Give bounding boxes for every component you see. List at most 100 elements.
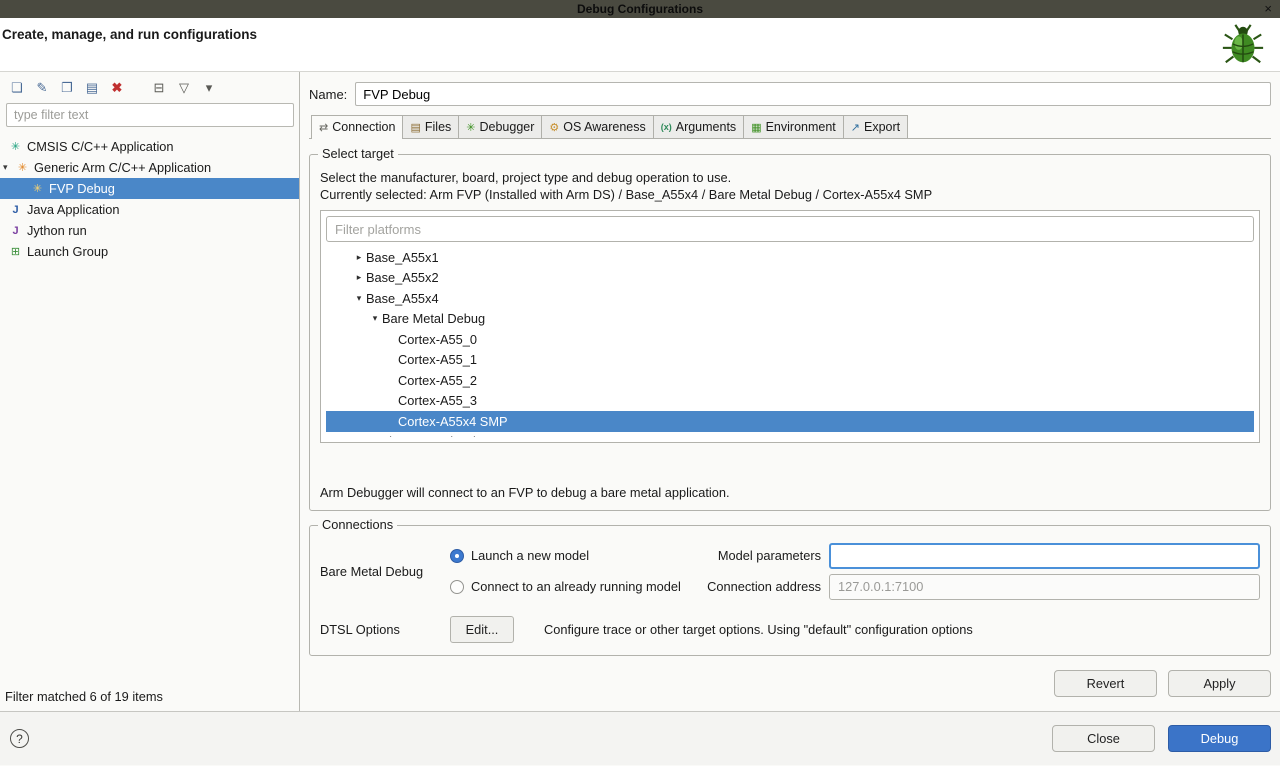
apply-button[interactable]: Apply	[1168, 670, 1271, 697]
export-tab-icon: ↗	[850, 121, 860, 134]
tree-item-jython-run[interactable]: J Jython run	[0, 220, 299, 241]
tab-label: Arguments	[675, 120, 737, 134]
tree-item-launch-group[interactable]: ⊞ Launch Group	[0, 241, 299, 262]
tree-item-base-a55x1[interactable]: ▸ Base_A55x1	[326, 247, 1254, 268]
tab-label: Connection	[332, 120, 396, 134]
filter-launch-configurations-icon[interactable]: ▽	[175, 79, 193, 97]
tab-environment[interactable]: ▦ Environment	[743, 115, 844, 138]
tree-item-label: Jython run	[27, 223, 87, 238]
export-configuration-icon[interactable]: ▤	[83, 79, 101, 97]
window-titlebar: Debug Configurations ×	[0, 0, 1280, 18]
collapse-all-icon[interactable]: ⊟	[150, 79, 168, 97]
connection-address-input[interactable]	[829, 573, 1260, 600]
arguments-tab-icon: (x)	[660, 122, 672, 132]
tab-label: Export	[864, 120, 901, 134]
tree-item-generic-arm-application[interactable]: ▾ ✳ Generic Arm C/C++ Application	[0, 157, 299, 178]
tree-item-linux-kernel-debug[interactable]: ▸ Linux Kernel Debug	[326, 432, 1254, 437]
tree-item-label: Launch Group	[27, 244, 109, 259]
tree-item-cortex-a55x4-smp[interactable]: Cortex-A55x4 SMP	[326, 411, 1254, 432]
tab-label: Debugger	[479, 120, 535, 134]
expand-arrow-icon[interactable]: ▸	[352, 252, 366, 263]
tree-item-base-a55x4[interactable]: ▾ Base_A55x4	[326, 288, 1254, 309]
select-target-instruction: Select the manufacturer, board, project …	[320, 170, 732, 185]
delete-configuration-icon[interactable]: ✖	[108, 79, 126, 97]
tree-item-label: Java Application	[27, 202, 120, 217]
dtsl-options-label: DTSL Options	[320, 622, 400, 637]
dialog-footer: ? Close Debug	[0, 711, 1280, 765]
new-prototype-icon[interactable]: ✎	[33, 79, 51, 97]
tree-item-label: Cortex-A55_3	[398, 393, 477, 409]
expand-arrow-icon[interactable]: ▾	[3, 162, 15, 173]
revert-button[interactable]: Revert	[1054, 670, 1157, 697]
tree-item-label: Linux Kernel Debug	[382, 434, 494, 437]
tab-label: Files	[424, 120, 452, 134]
bare-metal-debug-label: Bare Metal Debug	[320, 563, 424, 579]
os-awareness-tab-icon: ⚙	[549, 121, 560, 134]
cmsis-app-icon: ✳	[10, 141, 21, 153]
tab-arguments[interactable]: (x) Arguments	[652, 115, 745, 138]
tab-export[interactable]: ↗ Export	[842, 115, 909, 138]
tree-item-bare-metal-debug[interactable]: ▾ Bare Metal Debug	[326, 309, 1254, 330]
close-button[interactable]: Close	[1052, 725, 1155, 752]
launch-group-icon: ⊞	[10, 246, 21, 258]
launch-new-model-radio[interactable]	[450, 548, 464, 563]
apply-revert-row: Revert Apply	[309, 670, 1271, 697]
connect-running-model-radio[interactable]	[450, 579, 464, 594]
expand-arrow-icon[interactable]: ▸	[368, 436, 382, 437]
model-parameters-input[interactable]	[829, 542, 1260, 569]
tab-debugger[interactable]: ✳ Debugger	[458, 115, 543, 138]
tree-item-label: Base_A55x1	[366, 249, 439, 265]
debug-bug-icon	[1222, 24, 1264, 64]
new-launch-configuration-icon[interactable]: ❏	[8, 79, 26, 97]
model-parameters-label: Model parameters	[717, 548, 821, 563]
select-target-group-label: Select target	[318, 146, 398, 161]
tab-label: Environment	[765, 120, 836, 134]
duplicate-configuration-icon[interactable]: ❐	[58, 79, 76, 97]
tree-item-java-application[interactable]: J Java Application	[0, 199, 299, 220]
target-description: Arm Debugger will connect to an FVP to d…	[320, 485, 730, 500]
tab-files[interactable]: ▤ Files	[402, 115, 460, 138]
connections-group-label: Connections	[318, 517, 398, 532]
tab-label: OS Awareness	[563, 120, 646, 134]
select-target-group: Select target Select the manufacturer, b…	[309, 146, 1271, 511]
help-icon[interactable]: ?	[10, 729, 29, 748]
jython-run-icon: J	[12, 224, 19, 237]
tree-item-label: Cortex-A55_2	[398, 372, 477, 388]
collapse-arrow-icon[interactable]: ▾	[368, 313, 382, 324]
view-menu-dropdown-icon[interactable]: ▾	[200, 79, 218, 97]
debug-button[interactable]: Debug	[1168, 725, 1271, 752]
connect-running-model-label: Connect to an already running model	[471, 579, 681, 594]
tree-item-cortex-a55-1[interactable]: Cortex-A55_1	[326, 350, 1254, 371]
connections-group: Connections Bare Metal Debug Launch a ne…	[309, 517, 1271, 656]
configurations-filter-input[interactable]	[6, 103, 294, 127]
files-tab-icon: ▤	[410, 121, 421, 134]
tree-item-cortex-a55-0[interactable]: Cortex-A55_0	[326, 329, 1254, 350]
configuration-name-input[interactable]	[355, 82, 1271, 106]
tree-item-base-a55x2[interactable]: ▸ Base_A55x2	[326, 268, 1254, 289]
environment-tab-icon: ▦	[751, 121, 762, 134]
tree-item-label: Cortex-A55_1	[398, 352, 477, 368]
expand-arrow-icon[interactable]: ▸	[352, 272, 366, 283]
configurations-tree: ✳ CMSIS C/C++ Application ▾ ✳ Generic Ar…	[0, 136, 299, 262]
filter-match-status: Filter matched 6 of 19 items	[5, 689, 163, 704]
tree-item-label: CMSIS C/C++ Application	[27, 139, 174, 154]
launch-new-model-label: Launch a new model	[471, 548, 590, 563]
configuration-tabs: ⇄ Connection ▤ Files ✳ Debugger ⚙ OS Awa…	[309, 115, 1271, 139]
tab-connection[interactable]: ⇄ Connection	[311, 115, 404, 139]
platform-filter-input[interactable]	[326, 216, 1254, 242]
sidebar-toolbar: ❏ ✎ ❐ ▤ ✖ ⊟ ▽ ▾	[0, 72, 299, 100]
tree-item-cortex-a55-3[interactable]: Cortex-A55_3	[326, 391, 1254, 412]
currently-selected-text: Currently selected: Arm FVP (Installed w…	[320, 187, 933, 202]
generic-arm-app-icon: ✳	[17, 162, 28, 174]
fvp-debug-icon: ✳	[32, 183, 43, 195]
tree-item-cmsis-application[interactable]: ✳ CMSIS C/C++ Application	[0, 136, 299, 157]
debugger-tab-icon: ✳	[466, 121, 476, 134]
tree-item-label: Cortex-A55_0	[398, 331, 477, 347]
tree-item-fvp-debug[interactable]: ✳ FVP Debug	[0, 178, 299, 199]
tree-item-cortex-a55-2[interactable]: Cortex-A55_2	[326, 370, 1254, 391]
window-close-icon[interactable]: ×	[1264, 1, 1272, 17]
tab-os-awareness[interactable]: ⚙ OS Awareness	[541, 115, 654, 138]
configurations-sidebar: ❏ ✎ ❐ ▤ ✖ ⊟ ▽ ▾ ✳ CMSIS C/C++ Applicatio…	[0, 72, 300, 711]
dtsl-edit-button[interactable]: Edit...	[450, 616, 514, 643]
collapse-arrow-icon[interactable]: ▾	[352, 293, 366, 304]
